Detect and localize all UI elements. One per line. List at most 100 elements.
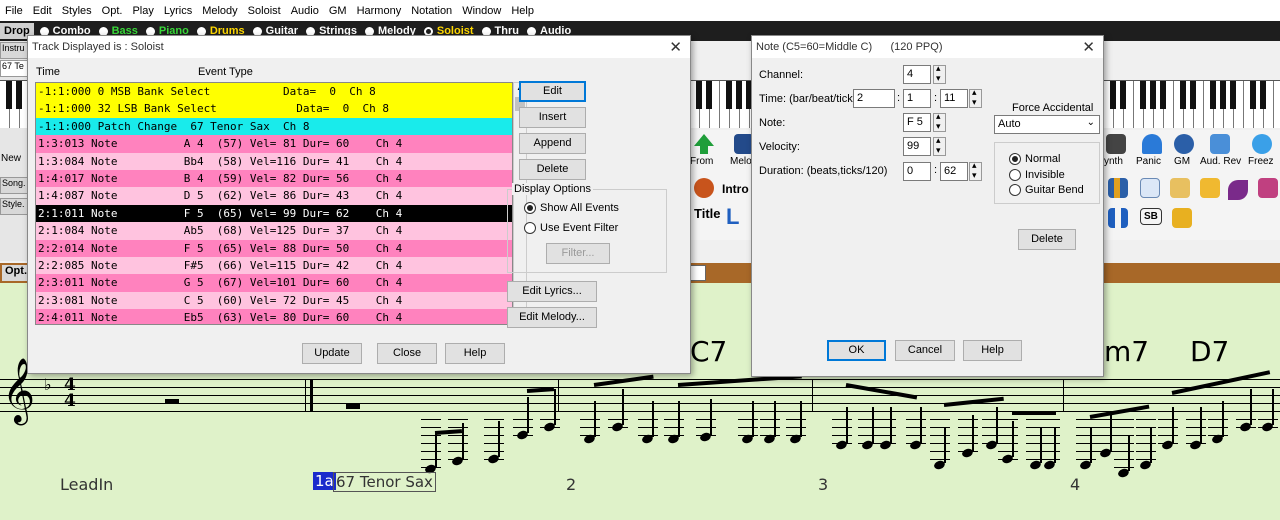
- chord-symbol: C7: [690, 335, 728, 368]
- menu-item-harmony[interactable]: Harmony: [352, 5, 407, 17]
- edit-button[interactable]: Edit: [519, 81, 586, 102]
- force-accidental-label: Force Accidental: [1012, 102, 1094, 114]
- menu-item-lyrics[interactable]: Lyrics: [159, 5, 197, 17]
- menu-item-help[interactable]: Help: [506, 5, 539, 17]
- panic-icon[interactable]: [1142, 134, 1162, 154]
- velocity-spinner[interactable]: [933, 135, 946, 156]
- pause-icon[interactable]: [1108, 208, 1128, 228]
- event-row[interactable]: 1:4:087 Note D 5 (62) Vel= 86 Dur= 43 Ch…: [36, 187, 512, 205]
- instrument-name-field[interactable]: 67 Te: [0, 60, 28, 77]
- event-row[interactable]: -1:1:000 Patch Change 67 Tenor Sax Ch 8: [36, 117, 512, 136]
- close-button[interactable]: Close: [377, 343, 437, 364]
- help-button[interactable]: Help: [963, 340, 1022, 361]
- channel-spinner[interactable]: [933, 63, 946, 84]
- folder-icon[interactable]: [1200, 178, 1220, 198]
- sb-button[interactable]: SB: [1140, 208, 1162, 225]
- menu-item-file[interactable]: File: [0, 5, 28, 17]
- event-row[interactable]: 2:1:011 Note F 5 (65) Vel= 99 Dur= 62 Ch…: [36, 204, 512, 223]
- title-button[interactable]: Title: [694, 206, 721, 221]
- use-event-filter-radio[interactable]: Use Event Filter: [524, 222, 618, 234]
- time-bar-field[interactable]: 2: [853, 89, 895, 108]
- cancel-button[interactable]: Cancel: [895, 340, 955, 361]
- insert-button[interactable]: Insert: [519, 107, 586, 128]
- event-row[interactable]: 2:3:011 Note G 5 (67) Vel=101 Dur= 60 Ch…: [36, 274, 512, 292]
- instrument-button[interactable]: Instru: [0, 42, 28, 59]
- event-row[interactable]: -1:1:000 32 LSB Bank Select Data= 0 Ch 8: [36, 100, 512, 118]
- append-button[interactable]: Append: [519, 133, 586, 154]
- ok-button[interactable]: OK: [827, 340, 886, 361]
- menu-item-audio[interactable]: Audio: [286, 5, 324, 17]
- close-icon[interactable]: ✕: [1082, 38, 1095, 56]
- event-row[interactable]: 1:3:084 Note Bb4 (58) Vel=116 Dur= 41 Ch…: [36, 152, 512, 170]
- notation-mode-icon[interactable]: [690, 265, 706, 281]
- clipboard-icon[interactable]: [1170, 178, 1190, 198]
- patch-marker[interactable]: 67 Tenor Sax: [333, 472, 436, 492]
- note-spinner[interactable]: [933, 111, 946, 132]
- force-accidental-select[interactable]: Auto ⌄: [994, 115, 1100, 134]
- audio-reverb-label: Aud. Rev: [1200, 156, 1242, 167]
- channel-field[interactable]: 4: [903, 65, 931, 84]
- time-beat-field[interactable]: 1: [903, 89, 931, 108]
- event-row[interactable]: 2:2:014 Note F 5 (65) Vel= 88 Dur= 50 Ch…: [36, 239, 512, 257]
- vsti-icon[interactable]: [1106, 134, 1126, 154]
- note-dialog-title: Note (C5=60=Middle C) (120 PPQ): [752, 36, 1103, 58]
- style-button[interactable]: Style.: [0, 198, 28, 215]
- from-label: From: [690, 156, 714, 167]
- menu-item-soloist[interactable]: Soloist: [243, 5, 286, 17]
- note-label: Note:: [759, 117, 786, 129]
- velocity-field[interactable]: 99: [903, 137, 931, 156]
- freeze-icon[interactable]: [1252, 134, 1272, 154]
- song-button[interactable]: Song.: [0, 177, 28, 194]
- yellow-tool-icon[interactable]: [1172, 208, 1192, 228]
- duration-ticks-spinner[interactable]: [969, 160, 982, 181]
- edit-lyrics-button[interactable]: Edit Lyrics...: [507, 281, 597, 302]
- event-row[interactable]: 1:4:017 Note B 4 (59) Vel= 82 Dur= 56 Ch…: [36, 169, 512, 188]
- normal-radio[interactable]: Normal: [1009, 153, 1060, 165]
- from-icon[interactable]: [694, 134, 714, 154]
- notes-icon[interactable]: [1258, 178, 1278, 198]
- time-tick-field[interactable]: 11: [940, 89, 968, 108]
- filter-button[interactable]: Filter...: [546, 243, 610, 264]
- event-row[interactable]: 2:1:084 Note Ab5 (68) Vel=125 Dur= 37 Ch…: [36, 222, 512, 240]
- menu-item-window[interactable]: Window: [457, 5, 506, 17]
- show-all-events-radio[interactable]: Show All Events: [524, 202, 619, 214]
- duration-beats-field[interactable]: 0: [903, 162, 931, 181]
- gm-icon[interactable]: [1174, 134, 1194, 154]
- menu-item-melody[interactable]: Melody: [197, 5, 242, 17]
- event-row[interactable]: -1:1:000 0 MSB Bank Select Data= 0 Ch 8: [36, 83, 512, 101]
- intro-button[interactable]: Intro: [722, 182, 749, 196]
- edit-melody-button[interactable]: Edit Melody...: [507, 307, 597, 328]
- event-row[interactable]: 1:3:013 Note A 4 (57) Vel= 81 Dur= 60 Ch…: [36, 135, 512, 153]
- help-button[interactable]: Help: [445, 343, 505, 364]
- duration-ticks-field[interactable]: 62: [940, 162, 968, 181]
- menu-item-edit[interactable]: Edit: [28, 5, 57, 17]
- time-tick-spinner[interactable]: [969, 87, 982, 108]
- update-button[interactable]: Update: [302, 343, 362, 364]
- audio-reverb-icon[interactable]: [1210, 134, 1230, 154]
- channel-label: Channel:: [759, 69, 804, 81]
- mixer-icon[interactable]: [1108, 178, 1128, 198]
- left-toolbar: Instru 67 Te New Song. Style.: [0, 41, 28, 261]
- menu-item-play[interactable]: Play: [127, 5, 158, 17]
- delete-note-button[interactable]: Delete: [1018, 229, 1076, 250]
- invisible-radio[interactable]: Invisible: [1009, 169, 1065, 181]
- event-row[interactable]: 2:2:085 Note F#5 (66) Vel=115 Dur= 42 Ch…: [36, 256, 512, 275]
- purple-leaf-icon[interactable]: [1228, 180, 1248, 200]
- menu-item-opt[interactable]: Opt.: [97, 5, 128, 17]
- guitar-bend-radio[interactable]: Guitar Bend: [1009, 184, 1084, 196]
- new-button[interactable]: New: [0, 153, 28, 170]
- menu-item-styles[interactable]: Styles: [57, 5, 97, 17]
- key-signature-flat-icon: ♭: [44, 375, 52, 394]
- menu-item-notation[interactable]: Notation: [406, 5, 457, 17]
- delete-button[interactable]: Delete: [519, 159, 586, 180]
- guitar-icon[interactable]: [694, 178, 714, 198]
- event-row[interactable]: 2:4:011 Note Eb5 (63) Vel= 80 Dur= 60 Ch…: [36, 309, 512, 324]
- events-list[interactable]: -1:1:000 0 MSB Bank Select Data= 0 Ch 8-…: [35, 82, 513, 325]
- event-row[interactable]: 2:3:081 Note C 5 (60) Vel= 72 Dur= 45 Ch…: [36, 291, 512, 310]
- close-icon[interactable]: ✕: [669, 38, 682, 56]
- lyrics-l-button[interactable]: L: [726, 204, 739, 230]
- note-field[interactable]: F 5: [903, 113, 931, 132]
- copy-icon[interactable]: [1140, 178, 1160, 198]
- menu-item-gm[interactable]: GM: [324, 5, 352, 17]
- right-toolbar: ynth Panic GM Aud. Rev Freez SB: [1104, 130, 1280, 240]
